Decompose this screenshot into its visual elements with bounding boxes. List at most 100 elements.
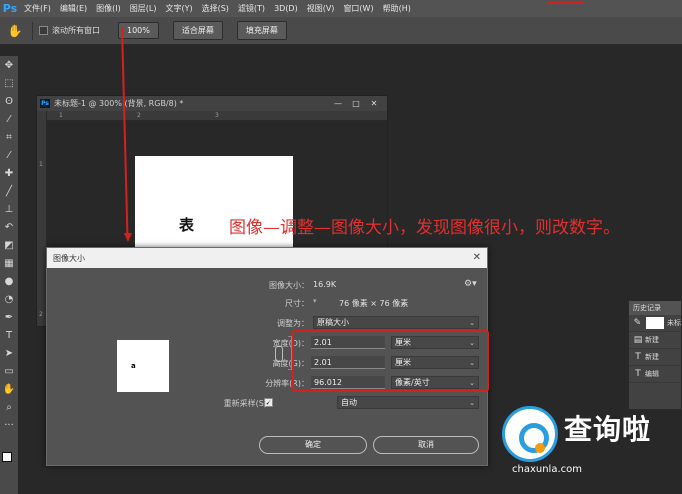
watermark-url: chaxunla.com [512,464,582,475]
list-item[interactable]: ▤ 新建 [629,332,681,349]
gradient-icon[interactable]: ▦ [0,254,18,272]
rectangle-icon[interactable]: ▭ [0,362,18,380]
pen-icon[interactable]: ✒ [0,308,18,326]
dodge-icon[interactable]: ◔ [0,290,18,308]
menu-filter[interactable]: 滤镜(T) [238,3,265,14]
watermark-logo: 查询啦 chaxunla.com [498,402,674,482]
stamp-icon[interactable]: ⊥ [0,200,18,218]
hand-icon[interactable]: ✋ [4,24,26,38]
annotation-arrow-head [124,233,132,242]
path-select-icon[interactable]: ➤ [0,344,18,362]
history-item-label: 新建 [645,336,659,344]
image-size-label: 图像大小： [269,281,309,290]
canvas-document[interactable]: 表 [135,156,293,256]
cancel-button[interactable]: 取消 [373,436,479,454]
history-item-label: 未标 [667,319,681,327]
menu-select[interactable]: 选择(S) [202,3,229,14]
horizontal-ruler[interactable]: 1 2 3 [47,111,387,121]
list-item[interactable]: T 编辑 [629,366,681,383]
quick-select-icon[interactable]: ⁄ [0,110,18,128]
menu-edit[interactable]: 编辑(E) [60,3,87,14]
menu-window[interactable]: 窗口(W) [343,3,373,14]
menu-layer[interactable]: 图层(L) [130,3,157,14]
menu-help[interactable]: 帮助(H) [383,3,411,14]
menu-image[interactable]: 图像(I) [96,3,121,14]
image-size-value: 16.9K [313,280,337,289]
brush-icon[interactable]: ╱ [0,182,18,200]
fit-to-value: 原稿大小 [317,318,349,327]
type-icon: T [635,352,641,362]
type-icon: T [635,369,641,379]
toolbar: ✥ ⬚ ʘ ⁄ ⌗ ⁄ ✚ ╱ ⊥ ↶ ◩ ▦ ● ◔ ✒ T ➤ ▭ ✋ ⌕ … [0,56,18,494]
document-titlebar[interactable]: Ps 未标题-1 @ 300% (背景, RGB/8) * — □ ✕ [37,96,387,111]
ruler-label: 2 [39,311,43,318]
annotation-text: 图像—调整—图像大小，发现图像很小，则改数字。 [229,218,620,238]
ruler-label: 3 [215,112,219,119]
history-panel: 历史记录 ✎ 未标 ▤ 新建 T 新建 T 编辑 [628,300,682,410]
ruler-label: 1 [39,161,43,168]
blur-icon[interactable]: ● [0,272,18,290]
chevron-down-icon: ⌄ [469,399,475,407]
resample-label: 重新采样(S)： [223,399,275,408]
watermark-dot [535,443,545,453]
scroll-all-checkbox[interactable] [39,26,48,35]
zoom-100-button[interactable]: 100% [118,22,159,39]
history-brush-icon[interactable]: ↶ [0,218,18,236]
image-size-dialog: 图像大小 ✕ a 图像大小： 16.9K ⚙▾ 尺寸： 76 像素 × 76 像… [46,247,489,466]
list-item[interactable]: ✎ 未标 [629,315,681,332]
canvas-text: 表 [179,216,195,234]
dialog-title: 图像大小 [53,253,85,263]
move-icon[interactable]: ✥ [0,56,18,74]
ok-button[interactable]: 确定 [259,436,367,454]
type-icon[interactable]: T [0,326,18,344]
history-item-label: 编辑 [645,370,659,378]
layer-icon: ▤ [633,335,643,345]
eyedropper-icon[interactable]: ⁄ [0,146,18,164]
more-icon[interactable]: ··· [0,416,18,434]
close-icon[interactable]: ✕ [473,252,481,263]
dialog-titlebar[interactable]: 图像大小 ✕ [47,248,487,268]
fit-to-label: 调整为： [277,319,309,328]
ruler-label: 2 [137,112,141,119]
lasso-icon[interactable]: ʘ [0,92,18,110]
close-icon[interactable]: ✕ [365,98,383,109]
history-item-label: 新建 [645,353,659,361]
resample-value: 自动 [341,398,357,407]
brush-icon: ✎ [633,318,642,328]
maximize-icon[interactable]: □ [347,98,365,109]
ps-doc-icon: Ps [40,99,50,108]
dimensions-label: 尺寸： [285,299,309,308]
fit-to-select[interactable]: 原稿大小 ⌄ [313,316,479,329]
menu-type[interactable]: 文字(Y) [165,3,192,14]
list-item[interactable]: T 新建 [629,349,681,366]
menu-view[interactable]: 视图(V) [307,3,335,14]
photoshop-logo: Ps [2,1,18,15]
dimensions-value: 76 像素 × 76 像素 [339,299,409,308]
marquee-icon[interactable]: ⬚ [0,74,18,92]
snapshot-thumbnail [645,317,664,329]
chevron-down-icon: ⌄ [469,319,475,327]
foreground-color-swatch[interactable] [2,452,12,462]
menu-file[interactable]: 文件(F) [24,3,51,14]
zoom-icon[interactable]: ⌕ [0,398,18,416]
scroll-all-label: 滚动所有窗口 [52,26,100,35]
healing-icon[interactable]: ✚ [0,164,18,182]
fit-screen-button[interactable]: 适合屏幕 [172,21,223,40]
crop-icon[interactable]: ⌗ [0,128,18,146]
minimize-icon[interactable]: — [329,98,347,109]
watermark-brand: 查询啦 [564,413,652,446]
document-title: 未标题-1 @ 300% (背景, RGB/8) * [54,99,184,108]
fill-screen-button[interactable]: 填充屏幕 [236,21,287,40]
hand-icon[interactable]: ✋ [0,380,18,398]
divider [32,21,33,40]
image-preview[interactable]: a [117,340,169,392]
tab-history[interactable]: 历史记录 [629,301,681,315]
chevron-down-icon[interactable]: ▾ [313,297,317,305]
resample-select[interactable]: 自动 ⌄ [337,396,479,409]
ruler-label: 1 [59,112,63,119]
watermark-circle [502,406,558,462]
window-controls: — □ ✕ [329,98,383,109]
gear-icon[interactable]: ⚙▾ [464,279,477,289]
eraser-icon[interactable]: ◩ [0,236,18,254]
menu-3d[interactable]: 3D(D) [274,4,298,13]
